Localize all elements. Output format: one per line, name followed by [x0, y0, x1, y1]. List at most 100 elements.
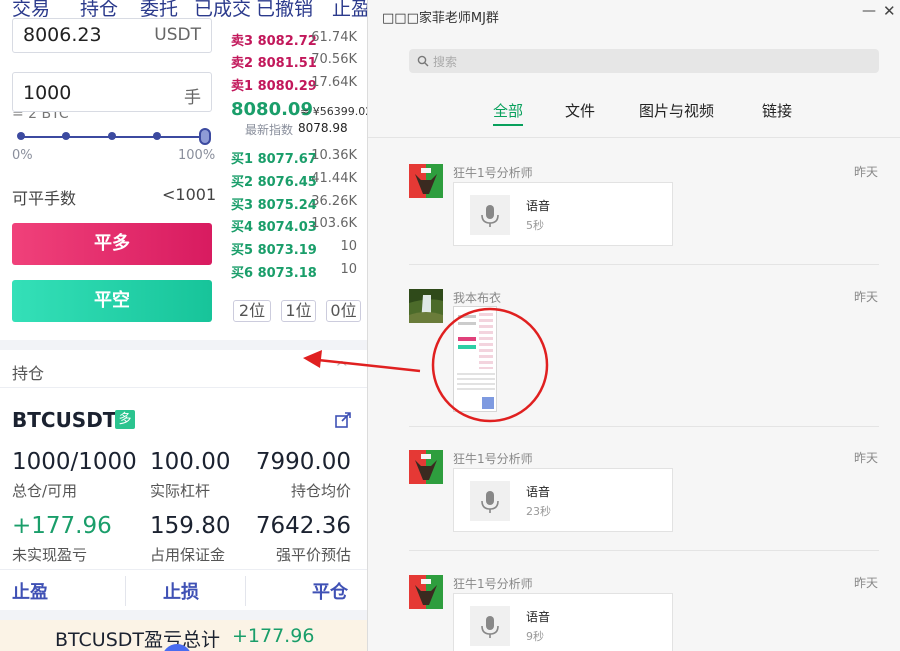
amount-input[interactable]: 1000 手	[12, 72, 212, 112]
divider	[0, 569, 367, 570]
bid-label: 买1 8077.67	[231, 152, 317, 167]
chevron-up-icon[interactable]: ^	[335, 358, 348, 377]
total-available-label: 总仓/可用	[12, 482, 78, 500]
avatar[interactable]	[409, 164, 443, 198]
pnl-footer-value: +177.96	[232, 625, 315, 647]
tab-take-profit[interactable]: 止盈	[332, 0, 367, 21]
index-value: 8078.98	[298, 121, 348, 135]
voice-duration: 5秒	[526, 219, 544, 232]
close-short-button[interactable]: 平空	[12, 280, 212, 322]
file-name: 语音	[526, 199, 551, 213]
sender-name: 我本布衣	[453, 291, 502, 305]
price-input[interactable]: 8006.23 USDT	[12, 18, 212, 53]
message-date: 昨天	[853, 290, 878, 304]
closable-value: <1001	[162, 185, 217, 204]
precision-1-button[interactable]: 1位	[281, 300, 316, 322]
slider-max-label: 100%	[178, 148, 216, 163]
bid-label: 买3 8075.24	[231, 198, 317, 213]
screenshot-root: 交易 持仓 委托 已成交 已撤销 止盈 8006.23 USDT 1000 手 …	[0, 0, 900, 651]
divider	[368, 137, 900, 138]
close-position-button[interactable]: 平仓	[312, 578, 348, 604]
take-profit-button[interactable]: 止盈	[12, 578, 48, 604]
liquidation-price-value: 7642.36	[255, 513, 351, 539]
amount-value: 1000	[23, 82, 72, 104]
microphone-icon	[470, 481, 510, 521]
search-input[interactable]: 搜索	[409, 49, 879, 73]
btc-equivalent-clip: = 2 BTC	[12, 112, 212, 121]
thumbnail-detail	[458, 337, 476, 341]
avatar[interactable]	[409, 289, 443, 323]
tab-cancelled[interactable]: 已撤销	[256, 0, 313, 21]
voice-file-card[interactable]: 语音 23秒	[453, 468, 673, 532]
slider-stop[interactable]	[17, 132, 25, 140]
slider-stop[interactable]	[108, 132, 116, 140]
amount-unit: 手	[184, 88, 201, 108]
bid-row[interactable]: 买4 8074.03 103.6K	[231, 216, 367, 236]
bid-qty: 10	[340, 239, 357, 254]
share-icon[interactable]	[334, 411, 352, 429]
bid-row[interactable]: 买1 8077.67 10.36K	[231, 148, 367, 168]
total-available-value: 1000/1000	[12, 449, 137, 475]
avatar[interactable]	[409, 450, 443, 484]
search-placeholder: 搜索	[433, 55, 458, 69]
microphone-icon	[470, 195, 510, 235]
search-icon	[417, 55, 429, 67]
precision-0-button[interactable]: 0位	[326, 300, 361, 322]
slider-handle[interactable]	[199, 128, 211, 145]
avatar[interactable]	[409, 575, 443, 609]
liquidation-price-label: 强平价预估	[275, 546, 351, 564]
thumbnail-detail	[458, 345, 476, 349]
thumbnail-detail	[458, 315, 476, 318]
long-badge: 多	[115, 410, 135, 429]
minimize-icon[interactable]: —	[862, 3, 876, 19]
stop-loss-button[interactable]: 止损	[163, 578, 199, 604]
margin-label: 占用保证金	[150, 546, 226, 564]
ask-qty: 61.74K	[311, 30, 357, 45]
bull-avatar-icon	[409, 164, 443, 198]
positions-section-title: 持仓	[12, 364, 45, 383]
filter-media[interactable]: 图片与视频	[639, 100, 714, 121]
ask-row[interactable]: 卖3 8082.72 61.74K	[231, 30, 367, 50]
voice-file-card[interactable]: 语音 9秒	[453, 593, 673, 651]
price-value: 8006.23	[23, 24, 102, 46]
active-filter-indicator	[493, 124, 523, 126]
ask-label: 卖3 8082.72	[231, 34, 317, 49]
close-long-button[interactable]: 平多	[12, 223, 212, 265]
sender-name: 狂牛1号分析师	[453, 577, 533, 591]
bid-row[interactable]: 买3 8075.24 36.26K	[231, 194, 367, 214]
bid-qty: 10	[340, 262, 357, 277]
slider-stop[interactable]	[62, 132, 70, 140]
filter-all[interactable]: 全部	[493, 100, 523, 121]
close-icon[interactable]: ✕	[883, 2, 896, 20]
closable-label: 可平手数	[12, 189, 77, 208]
slider-stop[interactable]	[153, 132, 161, 140]
precision-2-button[interactable]: 2位	[233, 300, 271, 322]
voice-duration: 9秒	[526, 630, 544, 643]
image-thumbnail[interactable]	[453, 306, 497, 412]
avg-price-label: 持仓均价	[290, 482, 351, 500]
section-divider	[0, 610, 367, 620]
thumbnail-detail	[458, 322, 476, 325]
bid-row[interactable]: 买2 8076.45 41.44K	[231, 171, 367, 191]
message-date: 昨天	[853, 451, 878, 465]
bid-qty: 36.26K	[311, 194, 357, 209]
filter-links[interactable]: 链接	[762, 100, 792, 121]
bid-row[interactable]: 买6 8073.18 10	[231, 262, 367, 282]
ask-label: 卖1 8080.29	[231, 79, 317, 94]
filter-files[interactable]: 文件	[565, 100, 595, 121]
divider	[409, 264, 879, 265]
ask-row[interactable]: 卖2 8081.51 70.56K	[231, 52, 367, 72]
microphone-icon	[470, 606, 510, 646]
voice-file-card[interactable]: 语音 5秒	[453, 182, 673, 246]
bid-qty: 103.6K	[311, 216, 357, 231]
leverage-label: 实际杠杆	[150, 482, 211, 500]
leverage-value: 100.00	[150, 449, 231, 475]
thumbnail-detail	[482, 397, 494, 409]
bid-row[interactable]: 买5 8073.19 10	[231, 239, 367, 259]
pnl-footer-label: BTCUSDT盈亏总计	[55, 629, 220, 651]
divider	[125, 576, 126, 606]
index-label: 最新指数	[245, 123, 294, 137]
ask-row[interactable]: 卖1 8080.29 17.64K	[231, 75, 367, 95]
bid-qty: 41.44K	[311, 171, 357, 186]
divider	[0, 387, 367, 388]
